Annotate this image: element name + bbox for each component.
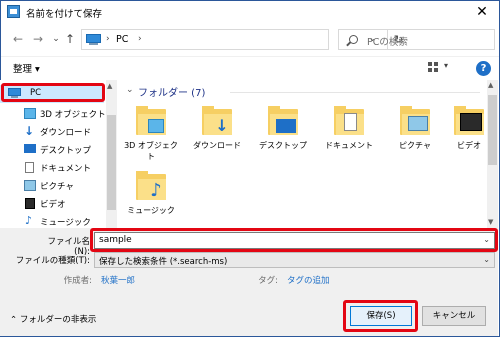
pc-icon bbox=[86, 34, 101, 45]
folder-documents[interactable]: ドキュメント bbox=[319, 106, 379, 165]
address-segment-pc[interactable]: PC bbox=[116, 34, 128, 45]
download-icon: ↓ bbox=[24, 124, 35, 138]
back-button[interactable]: ← bbox=[9, 29, 27, 49]
3d-objects-folder-icon bbox=[136, 106, 166, 135]
filetype-select[interactable]: 保存した検索条件 (*.search-ms) ⌄ bbox=[94, 252, 495, 268]
filename-highlight-annotation bbox=[90, 228, 498, 252]
view-options-icon[interactable] bbox=[428, 62, 440, 74]
pictures-icon bbox=[24, 180, 36, 191]
save-dialog-icon bbox=[7, 5, 20, 18]
sidebar-item-label: デスクトップ bbox=[40, 146, 92, 156]
music-icon: ♪ bbox=[25, 214, 33, 227]
sidebar-item-desktop[interactable]: デスクトップ bbox=[0, 141, 104, 159]
chevron-right-icon[interactable]: › bbox=[138, 34, 142, 44]
hide-folders-button[interactable]: ⌃ フォルダーの非表示 bbox=[10, 313, 96, 325]
content-pane: ⌄ フォルダー (7) 3D オブジェクト ↓ ダウンロード デスクトップ ドキ… bbox=[118, 80, 487, 228]
folder-music[interactable]: ♪ ミュージック bbox=[121, 171, 181, 230]
chevron-up-icon[interactable]: ▲ bbox=[488, 81, 493, 89]
navigation-pane: PC 3D オブジェクト ↓ ダウンロード デスクトップ ドキュメント ピクチャ… bbox=[0, 80, 117, 228]
folder-downloads[interactable]: ↓ ダウンロード bbox=[187, 106, 247, 165]
folder-3d-objects[interactable]: 3D オブジェクト bbox=[121, 106, 181, 165]
title-bar: 名前を付けて保存 ✕ bbox=[1, 1, 499, 23]
up-button[interactable]: ↑ bbox=[61, 29, 79, 49]
help-button[interactable]: ? bbox=[476, 61, 491, 76]
search-placeholder: PCの検索 bbox=[367, 37, 408, 48]
sidebar-item-downloads[interactable]: ↓ ダウンロード bbox=[0, 123, 104, 141]
forward-button[interactable]: → bbox=[29, 29, 47, 49]
sidebar-item-music[interactable]: ♪ ミュージック bbox=[0, 213, 104, 228]
filetype-value: 保存した検索条件 (*.search-ms) bbox=[99, 257, 228, 267]
sidebar-item-label: ビデオ bbox=[40, 200, 66, 210]
chevron-down-icon[interactable]: ⌄ bbox=[483, 255, 490, 264]
author-value[interactable]: 秋葉一郎 bbox=[101, 274, 135, 286]
document-folder-icon bbox=[334, 106, 364, 135]
sidebar-item-label: ピクチャ bbox=[40, 182, 74, 192]
cancel-button[interactable]: キャンセル bbox=[422, 306, 486, 326]
video-folder-icon bbox=[454, 106, 484, 135]
folder-label: ピクチャ bbox=[399, 141, 431, 150]
3d-objects-icon bbox=[24, 108, 36, 119]
folder-desktop[interactable]: デスクトップ bbox=[253, 106, 313, 165]
close-button[interactable]: ✕ bbox=[467, 1, 497, 23]
sidebar-item-pictures[interactable]: ピクチャ bbox=[0, 177, 104, 195]
filetype-label: ファイルの種類(T): bbox=[15, 256, 90, 266]
sidebar-item-documents[interactable]: ドキュメント bbox=[0, 159, 104, 177]
chevron-right-icon[interactable]: › bbox=[106, 34, 110, 44]
chevron-up-icon: ⌃ bbox=[10, 315, 20, 325]
search-icon bbox=[349, 35, 358, 44]
sidebar-scrollbar-thumb[interactable] bbox=[107, 115, 116, 210]
folder-label: ダウンロード bbox=[193, 141, 241, 150]
save-highlight-annotation bbox=[343, 300, 418, 332]
sidebar-item-videos[interactable]: ビデオ bbox=[0, 195, 104, 213]
chevron-down-icon[interactable]: ▾ bbox=[444, 61, 448, 70]
chevron-down-icon[interactable]: ⌄ bbox=[126, 85, 134, 95]
hide-folders-label: フォルダーの非表示 bbox=[19, 315, 97, 325]
author-label: 作成者: bbox=[63, 276, 92, 286]
sidebar-item-label: ミュージック bbox=[40, 218, 91, 228]
sidebar-item-3d-objects[interactable]: 3D オブジェクト bbox=[0, 105, 106, 123]
search-input[interactable]: PCの検索 bbox=[338, 29, 495, 50]
folder-pictures[interactable]: ピクチャ bbox=[385, 106, 445, 165]
organize-button[interactable]: 整理 ▾ bbox=[13, 61, 40, 75]
desktop-icon bbox=[24, 144, 36, 153]
sidebar-item-label: ダウンロード bbox=[40, 128, 92, 138]
section-divider bbox=[230, 92, 480, 93]
pictures-folder-icon bbox=[400, 106, 430, 135]
pc-highlight-annotation bbox=[1, 83, 105, 102]
address-bar[interactable]: › PC › ⌄ ↻ bbox=[81, 29, 403, 50]
window-title: 名前を付けて保存 bbox=[26, 9, 103, 20]
folders-section-header[interactable]: フォルダー (7) bbox=[138, 84, 205, 99]
music-folder-icon: ♪ bbox=[136, 171, 166, 200]
folder-label: デスクトップ bbox=[259, 141, 307, 150]
chevron-down-icon[interactable]: ▼ bbox=[488, 218, 493, 226]
content-scrollbar-thumb[interactable] bbox=[488, 95, 497, 165]
command-bar: 整理 ▾ ▾ ? bbox=[1, 56, 499, 80]
folder-label: ミュージック bbox=[127, 206, 175, 215]
folder-label: 3D オブジェクト bbox=[124, 141, 178, 161]
sidebar-item-label: 3D オブジェクト bbox=[40, 110, 106, 120]
chevron-up-icon[interactable]: ▲ bbox=[107, 82, 112, 90]
tag-label: タグ: bbox=[258, 276, 278, 286]
desktop-folder-icon bbox=[268, 106, 298, 135]
download-folder-icon: ↓ bbox=[202, 106, 232, 135]
video-icon bbox=[25, 198, 35, 209]
document-icon bbox=[25, 162, 34, 173]
navigation-bar: ← → ⌄ ↑ › PC › ⌄ ↻ PCの検索 bbox=[1, 25, 499, 53]
sidebar-item-label: ドキュメント bbox=[40, 164, 92, 174]
folder-label: ドキュメント bbox=[325, 141, 373, 150]
add-tag-link[interactable]: タグの追加 bbox=[287, 274, 330, 286]
